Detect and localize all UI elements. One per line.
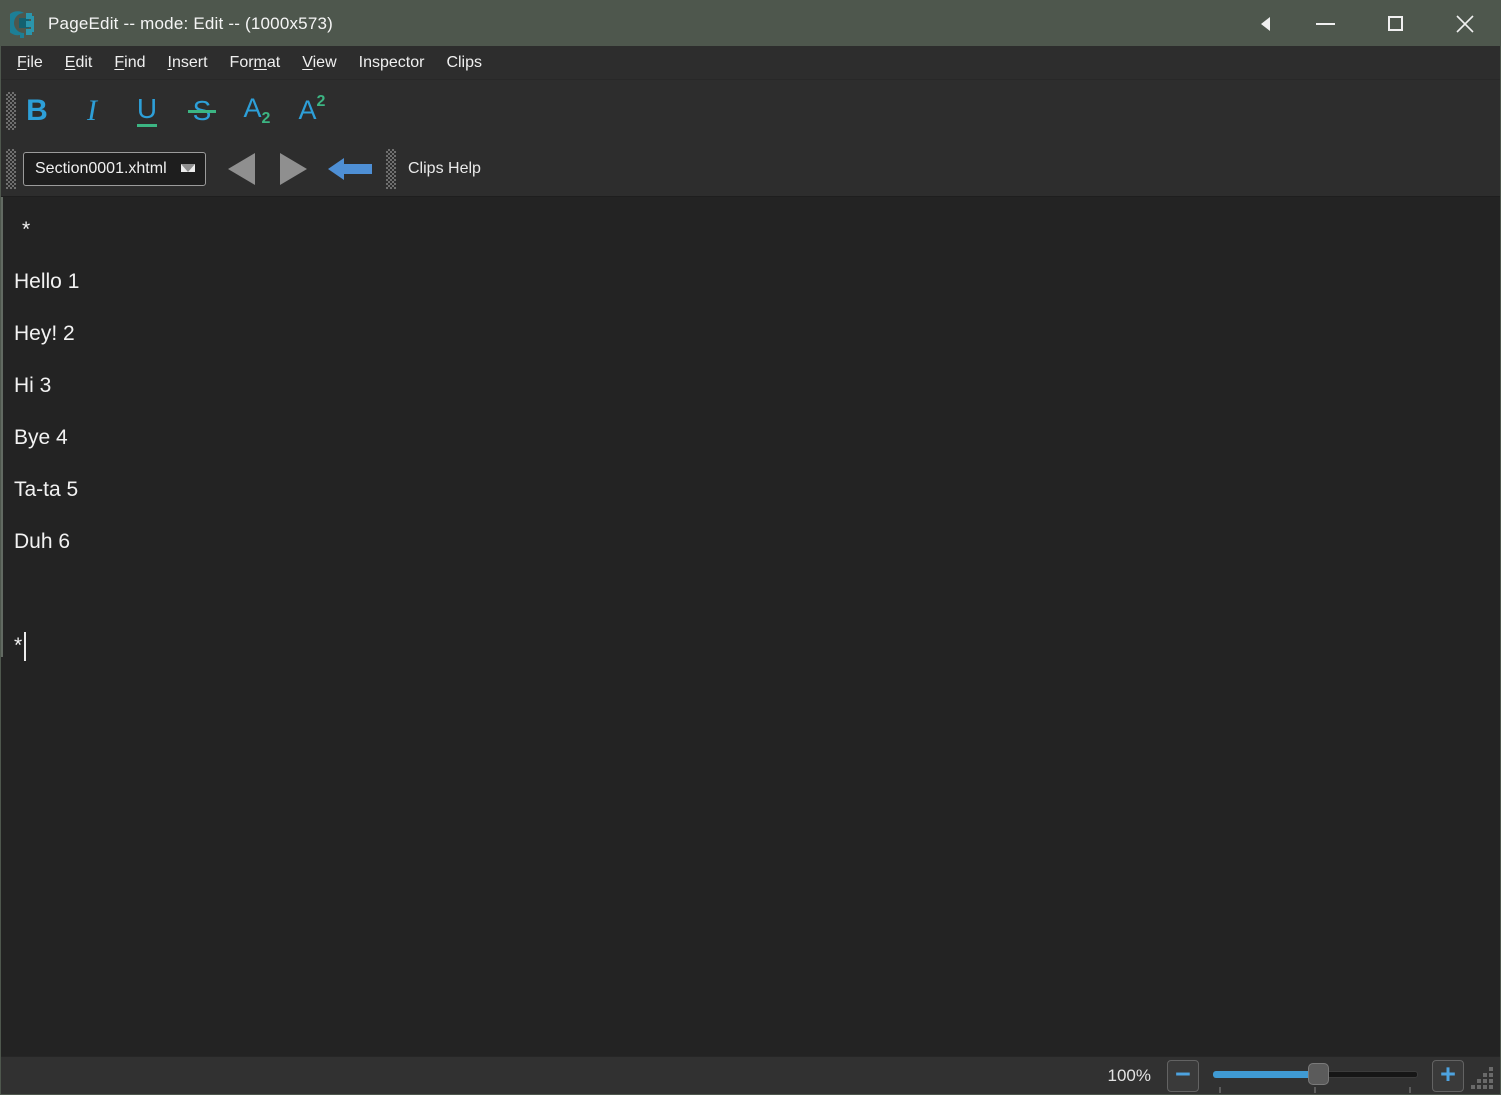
plus-icon: + [1440,1058,1456,1089]
left-triangle-icon [1260,16,1270,31]
paragraph[interactable]: Hi 3 [14,373,1500,399]
left-arrow-icon [328,157,372,180]
underline-button[interactable]: U [126,88,168,134]
subscript-button[interactable]: A2 [236,88,278,134]
menu-inspector[interactable]: Inspector [348,46,436,79]
toolbar-drag-handle[interactable] [6,148,16,189]
menu-file[interactable]: File [6,46,54,79]
menu-view[interactable]: View [291,46,347,79]
zoom-out-button[interactable]: − [1167,1058,1199,1092]
superscript-button[interactable]: A2 [291,88,333,134]
paragraph[interactable]: Duh 6 [14,529,1500,555]
bold-icon: B [26,93,48,127]
zoom-slider[interactable] [1213,1057,1418,1095]
slider-tick [1409,1086,1411,1093]
paragraph[interactable]: * [14,632,1500,662]
paragraph[interactable]: Ta-ta 5 [14,477,1500,503]
close-icon [1456,14,1474,33]
chevron-down-icon [181,163,195,172]
paragraph[interactable]: Hey! 2 [14,321,1500,347]
titlebar[interactable]: PageEdit -- mode: Edit -- (1000x573) [1,1,1500,46]
minimize-button[interactable] [1290,1,1360,46]
bold-button[interactable]: B [16,88,58,134]
italic-button[interactable]: I [71,88,113,134]
pageedit-window: PageEdit -- mode: Edit -- (1000x573) Fil… [0,0,1501,1095]
superscript-icon: A2 [298,93,326,125]
maximize-button[interactable] [1360,1,1430,46]
underline-icon: U [136,94,158,127]
toolbar-drag-handle[interactable] [386,148,396,189]
zoom-in-button[interactable]: + [1432,1058,1464,1092]
slider-tick [1314,1086,1316,1093]
zoom-level-label: 100% [1107,1065,1151,1085]
menubar: File Edit Find Insert Format View Inspec… [1,46,1500,80]
slider-fill [1213,1070,1313,1078]
back-icon [228,152,255,185]
strikethrough-icon: S [187,94,216,126]
menu-find[interactable]: Find [103,46,156,79]
forward-icon [280,152,307,185]
content-left-border [1,197,3,657]
minus-icon: − [1175,1058,1191,1089]
statusbar: 100% − + [1,1056,1500,1094]
subscript-icon: A2 [243,92,271,127]
editor-content[interactable]: * Hello 1 Hey! 2 Hi 3 Bye 4 Ta-ta 5 Duh … [1,197,1500,1056]
strikethrough-button[interactable]: S [181,88,223,134]
file-selector-dropdown[interactable]: Section0001.xhtml [23,151,206,186]
close-button[interactable] [1430,1,1500,46]
pageedit-app-icon [10,10,34,38]
minimize-icon [1315,22,1335,25]
text-cursor [24,632,27,661]
format-toolbar: B I U S A2 A2 [1,80,1500,141]
window-title: PageEdit -- mode: Edit -- (1000x573) [48,13,334,33]
menu-insert[interactable]: Insert [157,46,219,79]
forward-button[interactable] [255,141,307,197]
menu-clips[interactable]: Clips [435,46,493,79]
menu-format[interactable]: Format [219,46,292,79]
navigation-toolbar: Section0001.xhtml Clips Help [1,141,1500,197]
maximize-icon [1387,16,1403,31]
clips-help-label[interactable]: Clips Help [408,160,481,178]
paragraph[interactable]: Bye 4 [14,425,1500,451]
italic-icon: I [87,93,97,127]
toolbar-drag-handle[interactable] [6,91,16,130]
slider-tick [1219,1086,1221,1093]
file-selector-value: Section0001.xhtml [35,159,167,177]
collapse-toolbar-button[interactable] [1240,1,1290,46]
back-button[interactable] [206,141,255,197]
slider-handle[interactable] [1308,1062,1329,1085]
menu-edit[interactable]: Edit [54,46,104,79]
paragraph[interactable]: Hello 1 [14,269,1500,295]
window-resize-grip[interactable] [1470,1066,1496,1092]
paragraph[interactable]: * [22,217,1500,243]
return-to-sigil-button[interactable] [328,141,372,197]
